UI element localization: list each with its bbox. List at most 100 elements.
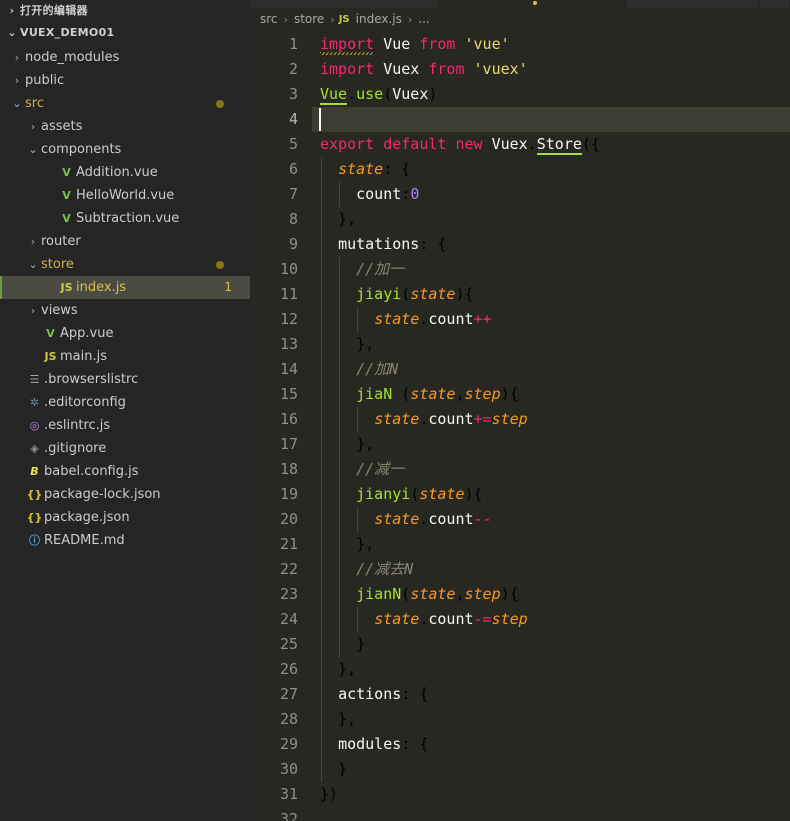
chevron-right-icon[interactable]: › bbox=[25, 299, 41, 322]
code-line[interactable]: }, bbox=[312, 432, 790, 457]
breadcrumb-item[interactable]: src bbox=[258, 12, 280, 26]
code-editor[interactable]: 1 2 3 4 5 6 7 8 9 10 11 12 13 14 15 16 17 18 19 20 21 22 23 24 2… bbox=[250, 30, 790, 821]
editor-tab[interactable] bbox=[760, 0, 790, 8]
tree-item-public[interactable]: › public bbox=[0, 69, 250, 92]
chevron-right-icon[interactable]: › bbox=[9, 46, 25, 69]
breadcrumb-separator-icon: › bbox=[330, 12, 335, 26]
code-line[interactable]: }) bbox=[312, 782, 790, 807]
eslint-icon: ◎ bbox=[29, 419, 40, 432]
code-line-text: //加N bbox=[320, 360, 399, 378]
chevron-right-icon[interactable]: › bbox=[25, 115, 41, 138]
code-line[interactable]: Vue.use(Vuex) bbox=[312, 82, 790, 107]
code-line[interactable]: //减去N bbox=[312, 557, 790, 582]
code-line[interactable]: state.count++ bbox=[312, 307, 790, 332]
tree-item-index-js[interactable]: JS index.js 1 bbox=[0, 276, 250, 299]
indent-guide bbox=[339, 557, 341, 582]
chevron-down-icon[interactable]: ⌄ bbox=[25, 253, 41, 276]
indent-guide bbox=[339, 257, 341, 282]
code-line-text: //减一 bbox=[320, 460, 405, 478]
tree-item-helloworld-vue[interactable]: V HelloWorld.vue bbox=[0, 184, 250, 207]
code-line[interactable]: state.count-- bbox=[312, 507, 790, 532]
project-section-header[interactable]: ⌄ VUEX_DEMO01 bbox=[0, 22, 250, 44]
tree-item-app-vue[interactable]: V App.vue bbox=[0, 322, 250, 345]
code-line[interactable]: import Vue from 'vue' bbox=[312, 32, 790, 57]
tree-item-package-lock-json[interactable]: {} package-lock.json bbox=[0, 483, 250, 506]
code-line[interactable] bbox=[312, 107, 790, 132]
code-line[interactable]: state: { bbox=[312, 157, 790, 182]
code-line[interactable]: count:0 bbox=[312, 182, 790, 207]
code-line[interactable]: jianN(state,step){ bbox=[312, 582, 790, 607]
tree-item-package-json[interactable]: {} package.json bbox=[0, 506, 250, 529]
tree-item-store[interactable]: ⌄ store bbox=[0, 253, 250, 276]
tree-item-src[interactable]: ⌄ src bbox=[0, 92, 250, 115]
code-line[interactable]: mutations: { bbox=[312, 232, 790, 257]
code-line[interactable]: }, bbox=[312, 707, 790, 732]
code-line[interactable] bbox=[312, 807, 790, 821]
tree-item-label: App.vue bbox=[60, 326, 114, 341]
tree-item-main-js[interactable]: JS main.js bbox=[0, 345, 250, 368]
code-line[interactable]: //减一 bbox=[312, 457, 790, 482]
line-number: 18 bbox=[279, 460, 298, 478]
code-line[interactable]: }, bbox=[312, 332, 790, 357]
code-line[interactable]: jiayi(state){ bbox=[312, 282, 790, 307]
tree-item-router[interactable]: › router bbox=[0, 230, 250, 253]
code-line[interactable]: }, bbox=[312, 657, 790, 682]
code-line[interactable]: jianyi(state){ bbox=[312, 482, 790, 507]
code-line[interactable]: } bbox=[312, 632, 790, 657]
code-line[interactable]: import Vuex from 'vuex' bbox=[312, 57, 790, 82]
open-editors-label: 打开的编辑器 bbox=[20, 4, 88, 17]
chevron-down-icon[interactable]: ⌄ bbox=[25, 138, 41, 161]
tree-item--browserslistrc[interactable]: ☰ .browserslistrc bbox=[0, 368, 250, 391]
line-number: 21 bbox=[279, 535, 298, 553]
tree-item--gitignore[interactable]: ◈ .gitignore bbox=[0, 437, 250, 460]
code-line-text: actions: { bbox=[338, 685, 429, 703]
code-line[interactable]: //加N bbox=[312, 357, 790, 382]
code-line[interactable]: //加一 bbox=[312, 257, 790, 282]
tree-item-node-modules[interactable]: › node_modules bbox=[0, 46, 250, 69]
line-number: 7 bbox=[288, 185, 298, 203]
chevron-right-icon[interactable]: › bbox=[25, 230, 41, 253]
editor-tab-bar bbox=[250, 0, 790, 8]
code-line[interactable]: modules: { bbox=[312, 732, 790, 757]
tree-item-assets[interactable]: › assets bbox=[0, 115, 250, 138]
breadcrumb-item[interactable]: index.js bbox=[354, 12, 404, 26]
tree-item-views[interactable]: › views bbox=[0, 299, 250, 322]
code-line[interactable]: }, bbox=[312, 207, 790, 232]
breadcrumb-item[interactable]: ... bbox=[416, 12, 431, 26]
line-number: 5 bbox=[288, 135, 298, 153]
chevron-down-icon[interactable]: ⌄ bbox=[9, 92, 25, 115]
code-line-text: } bbox=[320, 635, 366, 653]
code-line[interactable]: state.count-=step bbox=[312, 607, 790, 632]
line-number: 22 bbox=[279, 560, 298, 578]
breadcrumb-item[interactable]: store bbox=[292, 12, 326, 26]
project-name-label: VUEX_DEMO01 bbox=[20, 26, 115, 39]
tree-item-subtraction-vue[interactable]: V Subtraction.vue bbox=[0, 207, 250, 230]
code-line[interactable]: }, bbox=[312, 532, 790, 557]
code-line[interactable]: export default new Vuex.Store({ bbox=[312, 132, 790, 157]
editor-tab[interactable] bbox=[440, 0, 627, 8]
tree-item-readme-md[interactable]: ⓘ README.md bbox=[0, 529, 250, 552]
code-line-text: }, bbox=[320, 710, 357, 728]
tree-item--eslintrc-js[interactable]: ◎ .eslintrc.js bbox=[0, 414, 250, 437]
open-editors-section-header[interactable]: › 打开的编辑器 bbox=[0, 0, 250, 22]
editor-tab[interactable] bbox=[627, 0, 760, 8]
tree-item--editorconfig[interactable]: ✲ .editorconfig bbox=[0, 391, 250, 414]
code-line-text: mutations: { bbox=[338, 235, 447, 253]
code-line[interactable]: state.count+=step bbox=[312, 407, 790, 432]
tree-item-components[interactable]: ⌄ components bbox=[0, 138, 250, 161]
modified-dot-icon bbox=[216, 99, 224, 108]
code-line-text: } bbox=[320, 760, 348, 778]
vue-icon: V bbox=[62, 212, 71, 225]
tree-item-addition-vue[interactable]: V Addition.vue bbox=[0, 161, 250, 184]
chevron-right-icon[interactable]: › bbox=[9, 69, 25, 92]
line-number: 32 bbox=[279, 810, 298, 821]
code-line[interactable]: } bbox=[312, 757, 790, 782]
code-line[interactable]: jiaN (state,step){ bbox=[312, 382, 790, 407]
code-line[interactable]: actions: { bbox=[312, 682, 790, 707]
indent-guide bbox=[339, 432, 341, 457]
tree-item-babel-config-js[interactable]: Bbabel.config.js bbox=[0, 460, 250, 483]
indent-guide bbox=[321, 307, 322, 332]
line-number: 10 bbox=[279, 260, 298, 278]
code-content[interactable]: import Vue from 'vue' import Vuex from 'v… bbox=[312, 30, 790, 821]
editor-tab[interactable] bbox=[250, 0, 440, 8]
